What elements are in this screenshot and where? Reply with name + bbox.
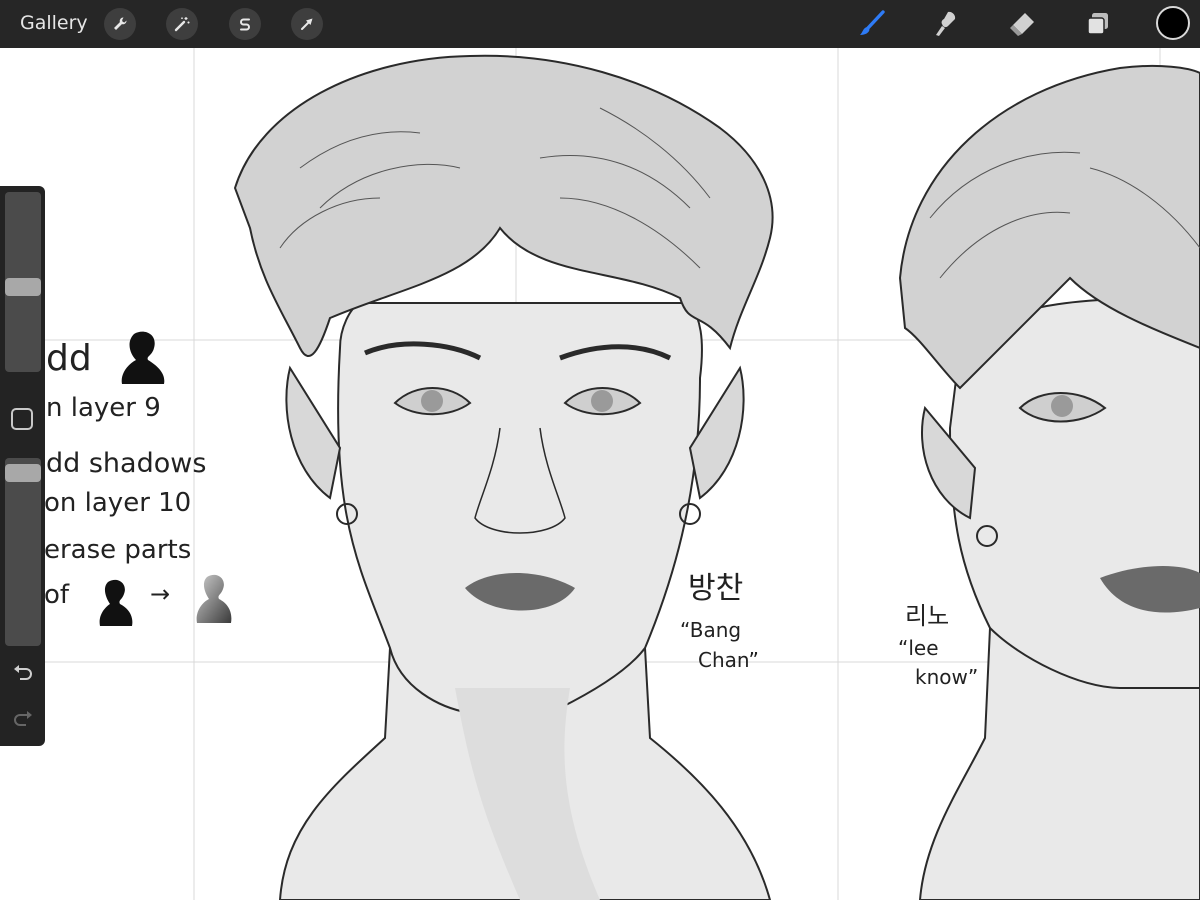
color-well[interactable] — [1156, 6, 1190, 40]
undo-button[interactable] — [8, 658, 38, 688]
layers-button[interactable] — [1081, 7, 1115, 41]
note-line-2: n layer 9 — [46, 393, 161, 423]
brush-tool-button[interactable] — [855, 7, 889, 41]
layers-icon — [1087, 13, 1108, 35]
gallery-button[interactable]: Gallery — [20, 12, 88, 34]
redo-button[interactable] — [8, 704, 38, 734]
label-leeknow-korean: 리노 — [905, 602, 950, 630]
note-line-6: of — [44, 580, 70, 610]
wrench-icon — [114, 17, 127, 30]
note-line-3: dd shadows — [46, 448, 207, 479]
opacity-slider[interactable] — [5, 458, 41, 646]
actions-button[interactable] — [104, 8, 136, 40]
label-bangchan-line2: Chan” — [698, 648, 759, 672]
modify-button[interactable] — [11, 408, 33, 430]
undo-icon — [14, 665, 32, 680]
smudge-tool-button[interactable] — [929, 7, 963, 41]
selection-button[interactable] — [229, 8, 261, 40]
note-line-5: erase parts — [44, 535, 192, 565]
portrait-lee-know — [898, 64, 1200, 901]
note-arrow: → — [150, 580, 171, 608]
transform-button[interactable] — [291, 8, 323, 40]
adjustments-button[interactable] — [166, 8, 198, 40]
label-bangchan-line1: “Bang — [680, 618, 742, 642]
label-leeknow-line2: know” — [915, 665, 979, 689]
selection-s-icon — [240, 18, 250, 31]
note-line-4: on layer 10 — [44, 488, 192, 518]
opacity-slider-thumb[interactable] — [5, 464, 41, 482]
brush-size-slider-thumb[interactable] — [5, 278, 41, 296]
redo-icon — [14, 711, 32, 726]
portrait-bang-chan — [233, 54, 774, 901]
label-leeknow-line1: “lee — [898, 636, 939, 660]
top-toolbar: Gallery — [0, 0, 1200, 48]
left-sidebar — [0, 186, 45, 746]
silhouette-shaded-icon — [196, 574, 232, 623]
eraser-icon — [1010, 13, 1034, 36]
note-line-1: dd — [46, 338, 92, 379]
transform-arrow-icon — [301, 18, 313, 30]
silhouette-dark-icon — [121, 331, 165, 384]
label-bangchan-korean: 방찬 — [688, 571, 744, 606]
silhouette-dark-small-icon — [99, 579, 133, 626]
brush-size-slider[interactable] — [5, 192, 41, 372]
brush-icon — [860, 10, 885, 35]
smudge-icon — [936, 11, 956, 36]
drawing-canvas[interactable]: dd n layer 9 dd shadows on layer 10 eras… — [0, 48, 1200, 901]
eraser-tool-button[interactable] — [1005, 7, 1039, 41]
magic-wand-icon — [174, 17, 190, 32]
